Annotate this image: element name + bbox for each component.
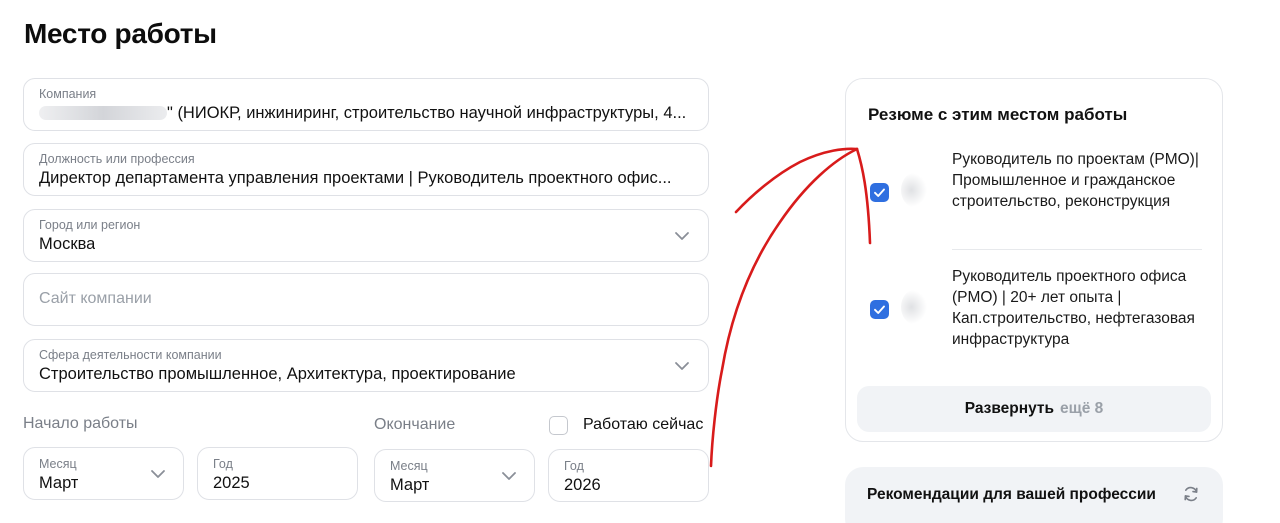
position-label: Должность или профессия [39, 152, 195, 166]
divider [952, 249, 1202, 250]
company-value-text: " (НИОКР, инжиниринг, строительство науч… [167, 104, 687, 122]
currently-working-label[interactable]: Работаю сейчас [583, 416, 703, 434]
city-value: Москва [39, 235, 96, 253]
company-field[interactable]: Компания " (НИОКР, инжиниринг, строитель… [23, 78, 709, 131]
city-label: Город или регион [39, 218, 141, 232]
avatar [901, 290, 927, 324]
avatar [901, 173, 927, 207]
chevron-down-icon[interactable] [148, 464, 168, 484]
expand-more-count: ещё 8 [1060, 400, 1104, 417]
redacted-company-name [39, 106, 167, 120]
position-field[interactable]: Должность или профессия Директор департа… [23, 143, 709, 196]
industry-field[interactable]: Сфера деятельности компании Строительств… [23, 339, 709, 392]
start-section-label: Начало работы [23, 415, 138, 432]
check-icon[interactable] [870, 183, 889, 202]
industry-value: Строительство промышленное, Архитектура,… [39, 365, 516, 383]
start-year-field[interactable]: Год 2025 [197, 447, 358, 500]
website-field[interactable]: Сайт компании [23, 273, 709, 326]
currently-working-checkbox[interactable] [549, 416, 568, 435]
recommendations-card[interactable]: Рекомендации для вашей профессии [845, 467, 1223, 523]
end-year-value: 2026 [564, 476, 601, 494]
resume-item-title: Руководитель проектного офиса (PMO) | 20… [952, 268, 1195, 348]
company-label: Компания [39, 87, 97, 101]
resume-card: Резюме с этим местом работы Руководитель… [845, 78, 1223, 442]
page-title: Место работы [24, 18, 217, 49]
chevron-down-icon[interactable] [672, 226, 692, 246]
expand-button[interactable]: Развернуть ещё 8 [857, 386, 1211, 432]
start-month-value: Март [39, 474, 79, 492]
position-value: Директор департамента управления проекта… [39, 169, 672, 187]
end-section-label: Окончание [374, 416, 456, 433]
resume-item-title: Руководитель по проектам (PMO)| Промышле… [952, 151, 1199, 210]
chevron-down-icon[interactable] [499, 466, 519, 486]
start-month-select[interactable]: Месяц Март [23, 447, 184, 500]
expand-button-label: Развернуть [964, 400, 1055, 417]
city-field[interactable]: Город или регион Москва [23, 209, 709, 262]
start-month-label: Месяц [39, 457, 77, 471]
refresh-icon[interactable] [1181, 484, 1201, 504]
website-placeholder: Сайт компании [39, 290, 152, 307]
start-year-value: 2025 [213, 474, 250, 492]
chevron-down-icon[interactable] [672, 356, 692, 376]
end-year-field[interactable]: Год 2026 [548, 449, 709, 502]
end-month-value: Март [390, 476, 430, 494]
end-month-select[interactable]: Месяц Март [374, 449, 535, 502]
start-year-label: Год [213, 457, 233, 471]
end-year-label: Год [564, 459, 584, 473]
company-value: " (НИОКР, инжиниринг, строительство науч… [39, 104, 699, 123]
check-icon[interactable] [870, 300, 889, 319]
resume-card-title: Резюме с этим местом работы [868, 105, 1128, 124]
recommendations-title: Рекомендации для вашей профессии [867, 486, 1156, 503]
end-month-label: Месяц [390, 459, 428, 473]
industry-label: Сфера деятельности компании [39, 348, 222, 362]
